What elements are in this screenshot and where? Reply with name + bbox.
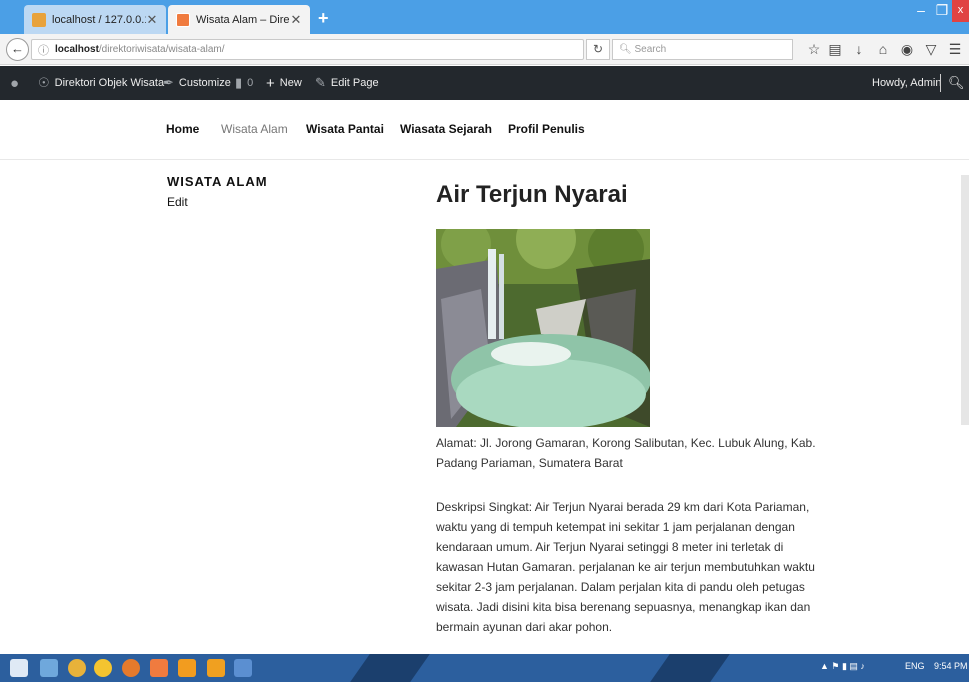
windows-taskbar: ▲ ⚑ ▮ ▤ ♪ ENG 9:54 PM (0, 654, 969, 682)
admin-bar-edit-page[interactable]: ✎ Edit Page (315, 66, 379, 100)
admin-bar-howdy[interactable]: Howdy, Admin (872, 66, 942, 100)
back-button[interactable]: ← (6, 38, 29, 61)
app-icon[interactable] (207, 659, 225, 677)
new-tab-button[interactable]: + (318, 9, 329, 27)
language-indicator[interactable]: ENG (905, 661, 925, 671)
post-address: Alamat: Jl. Jorong Gamaran, Korong Salib… (436, 436, 816, 470)
clock[interactable]: 9:54 PM (934, 661, 968, 671)
comments-count: 0 (247, 77, 254, 89)
post-description: Deskripsi Singkat: Air Terjun Nyarai ber… (436, 500, 815, 634)
site-favicon-icon (176, 12, 190, 27)
admin-bar-divider (940, 74, 941, 92)
bookmark-star-icon[interactable]: ☆ (805, 40, 823, 58)
pencil-icon: ✎ (315, 75, 326, 90)
home-icon[interactable]: ⌂ (874, 40, 892, 58)
tab-close-icon[interactable]: ✕ (146, 12, 158, 28)
edit-link[interactable]: Edit (167, 195, 188, 209)
info-icon[interactable]: ⓘ (38, 42, 49, 58)
waterfall-image (436, 229, 650, 427)
menu-item-wisata-alam[interactable]: Wisata Alam (221, 122, 288, 136)
maximize-button[interactable]: ❐ (932, 0, 952, 22)
xampp-icon[interactable] (178, 659, 196, 677)
reading-list-icon[interactable]: ▤ (826, 40, 844, 58)
admin-bar-search-icon[interactable]: 🔍︎ (948, 66, 969, 100)
admin-bar-site-name[interactable]: ☉ Direktori Objek Wisata (38, 66, 164, 100)
comment-icon: ▮ (235, 75, 243, 90)
plus-icon: + (266, 74, 275, 92)
page-scrollbar[interactable] (961, 175, 969, 425)
tab-wisata-alam[interactable]: Wisata Alam – Direktori O... ✕ (168, 5, 310, 34)
app-icon[interactable] (94, 659, 112, 677)
search-placeholder: Search (634, 44, 667, 55)
customize-label: Customize (178, 77, 231, 89)
brush-icon: ✒ (163, 75, 174, 90)
search-input[interactable]: 🔍︎ Search (612, 39, 793, 60)
address-bar[interactable]: ⓘ localhost /direktoriwisata/wisata-alam… (31, 39, 584, 60)
tab-title: Wisata Alam – Direktori O... (196, 13, 290, 26)
post-title: Air Terjun Nyarai (436, 181, 628, 208)
pocket-icon[interactable]: ▽ (922, 40, 940, 58)
hamburger-menu-icon[interactable]: ☰ (946, 40, 964, 58)
new-label: New (279, 77, 302, 89)
wordpress-logo-icon[interactable]: ● (10, 66, 24, 100)
sync-icon[interactable]: ◉ (898, 40, 916, 58)
dashboard-icon: ☉ (38, 75, 50, 90)
tab-title: localhost / 127.0.0.1 / dire... (52, 13, 146, 26)
explorer-icon[interactable] (40, 659, 58, 677)
taskbar-decoration (350, 654, 430, 682)
browser-tab-strip: localhost / 127.0.0.1 / dire... ✕ Wisata… (0, 0, 969, 34)
minimize-button[interactable]: – (910, 0, 932, 22)
edit-page-label: Edit Page (330, 77, 379, 89)
site-navigation: Home Wisata Alam Wisata Pantai Wiasata S… (0, 100, 969, 160)
admin-bar-new[interactable]: + New (266, 66, 302, 100)
menu-item-home[interactable]: Home (166, 122, 199, 136)
browser-nav-bar: ← ⓘ localhost /direktoriwisata/wisata-al… (0, 34, 969, 65)
menu-item-wiasata-sejarah[interactable]: Wiasata Sejarah (400, 122, 492, 136)
download-icon[interactable]: ↓ (850, 40, 868, 58)
start-icon[interactable] (10, 659, 28, 677)
sublime-icon[interactable] (150, 659, 168, 677)
url-host: localhost (55, 44, 99, 55)
wp-admin-bar: ● ☉ Direktori Objek Wisata ✒ Customize ▮… (0, 66, 969, 100)
url-path: /direktoriwisata/wisata-alam/ (98, 44, 225, 55)
site-name-label: Direktori Objek Wisata (54, 77, 165, 89)
tray-icons[interactable]: ▲ ⚑ ▮ ▤ ♪ (820, 661, 865, 672)
admin-bar-comments[interactable]: ▮ 0 (235, 66, 253, 100)
app-icon[interactable] (234, 659, 252, 677)
admin-bar-customize[interactable]: ✒ Customize (163, 66, 231, 100)
tab-phpmyadmin[interactable]: localhost / 127.0.0.1 / dire... ✕ (24, 5, 166, 34)
tab-close-icon[interactable]: ✕ (290, 12, 302, 28)
firefox-icon[interactable] (122, 659, 140, 677)
chrome-icon[interactable] (68, 659, 86, 677)
menu-item-wisata-pantai[interactable]: Wisata Pantai (306, 122, 384, 136)
phpmyadmin-favicon-icon (32, 12, 46, 27)
page-heading: WISATA ALAM (167, 174, 268, 189)
window-close-button[interactable]: x (952, 0, 969, 22)
taskbar-decoration (650, 654, 730, 682)
reload-icon[interactable]: ↻ (586, 39, 610, 60)
menu-item-profil-penulis[interactable]: Profil Penulis (508, 122, 585, 136)
